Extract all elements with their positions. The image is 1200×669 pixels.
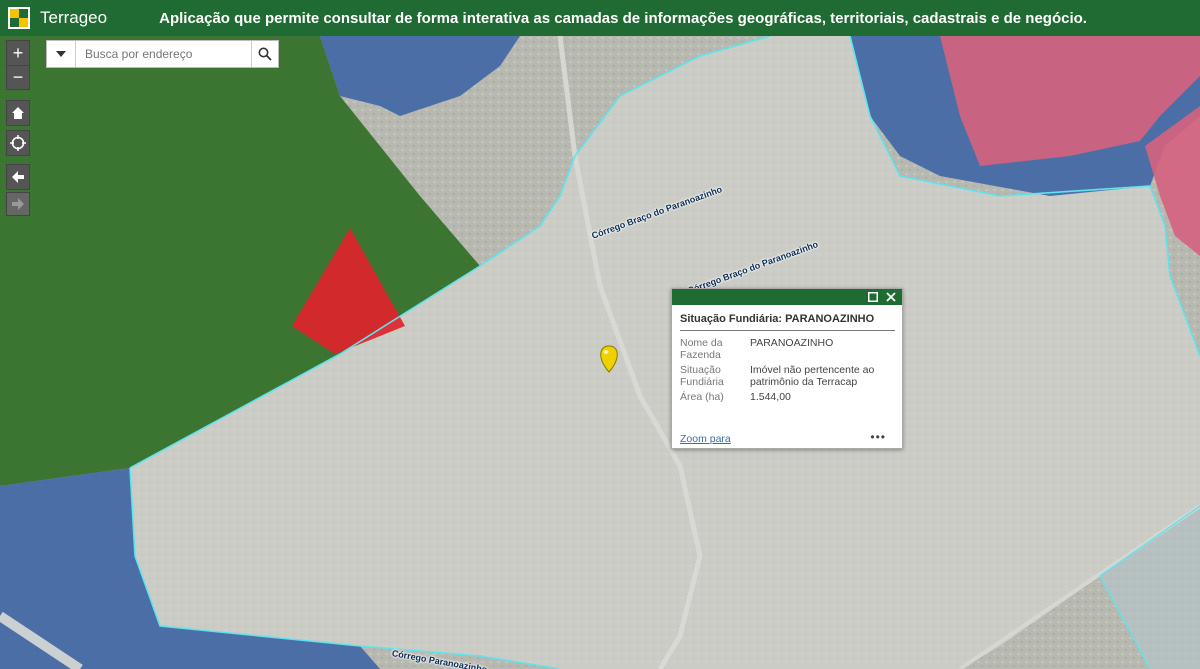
- locate-icon: [10, 135, 26, 151]
- arrow-right-icon: [12, 198, 24, 210]
- locate-button[interactable]: [6, 130, 30, 156]
- map-view[interactable]: Córrego Braço do Paranoazinho Córrego Br…: [0, 36, 1200, 669]
- attribute-key: Nome da Fazenda: [680, 337, 723, 361]
- arrow-left-icon: [12, 171, 24, 183]
- banner-text: Aplicação que permite consultar de forma…: [159, 9, 1087, 27]
- app-name: Terrageo: [40, 8, 108, 27]
- search-button[interactable]: [251, 41, 278, 67]
- map-canvas[interactable]: [0, 36, 1200, 669]
- attribute-key: Área (ha): [680, 391, 724, 403]
- attribute-key: Situação Fundiária: [680, 364, 724, 388]
- forward-extent-button[interactable]: [6, 192, 30, 216]
- search-input[interactable]: [76, 41, 251, 67]
- zoom-out-button[interactable]: −: [6, 65, 30, 90]
- popup-title: Situação Fundiária: PARANOAZINHO: [680, 313, 895, 331]
- header-bar: Terrageo Aplicação que permite consultar…: [0, 0, 1200, 36]
- search-box: [46, 40, 279, 68]
- search-source-dropdown[interactable]: [47, 41, 76, 67]
- close-icon[interactable]: [886, 292, 896, 302]
- popup-header: [672, 289, 902, 305]
- home-button[interactable]: [6, 100, 30, 126]
- attribute-row: Nome da Fazenda PARANOAZINHO: [680, 337, 890, 364]
- maximize-icon[interactable]: [868, 292, 878, 302]
- terrageo-logo: [8, 7, 30, 29]
- popup-attributes: Nome da Fazenda PARANOAZINHO Situação Fu…: [680, 337, 890, 406]
- attribute-value: PARANOAZINHO: [750, 337, 834, 349]
- zoom-in-button[interactable]: +: [6, 40, 30, 66]
- home-icon: [12, 107, 24, 119]
- back-extent-button[interactable]: [6, 164, 30, 190]
- attribute-value: Imóvel não pertencente ao patrimônio da …: [750, 364, 875, 388]
- zoom-to-link[interactable]: Zoom para: [680, 433, 731, 445]
- attribute-row: Situação Fundiária Imóvel não pertencent…: [680, 364, 890, 391]
- attribute-row: Área (ha) 1.544,00: [680, 391, 890, 406]
- feature-popup: Situação Fundiária: PARANOAZINHO Nome da…: [671, 288, 903, 449]
- attribute-value: 1.544,00: [750, 391, 791, 403]
- search-icon: [258, 47, 272, 61]
- more-actions-button[interactable]: •••: [870, 430, 886, 444]
- chevron-down-icon: [56, 51, 66, 57]
